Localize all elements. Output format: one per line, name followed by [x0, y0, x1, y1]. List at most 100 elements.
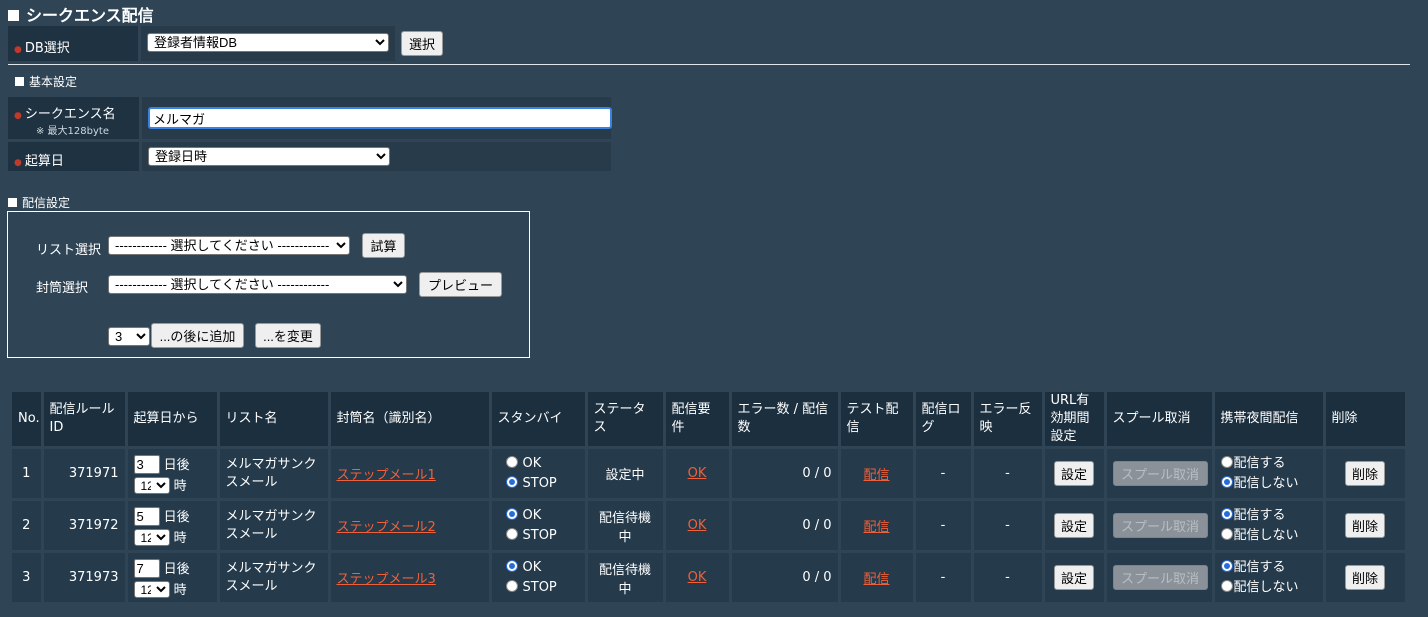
send-log: - — [914, 551, 974, 605]
required-marker: ● — [14, 111, 22, 121]
page-title: シークエンス配信 — [8, 2, 154, 26]
row-no: 3 — [12, 551, 44, 605]
col-test-send: テスト配信 — [839, 392, 916, 449]
table-row: 3371973 日後12 時メルマガサンクスメールステップメール3OKSTOP配… — [12, 551, 1408, 605]
standby-stop-radio[interactable] — [505, 475, 518, 488]
hour-select[interactable]: 12 — [133, 528, 170, 546]
delete-button[interactable]: 削除 — [1344, 565, 1385, 590]
table-header-row: No. 配信ルールID 起算日から リスト名 封筒名（識別名） スタンバイ ステ… — [12, 392, 1408, 449]
envelope-select[interactable]: ------------ 選択してください ------------ — [108, 275, 407, 294]
row-no: 2 — [12, 499, 44, 553]
preview-button[interactable]: プレビュー — [419, 272, 502, 297]
standby-stop-radio[interactable] — [505, 527, 518, 540]
night-send-radio[interactable] — [1220, 507, 1233, 520]
requirement-link[interactable]: OK — [688, 466, 707, 481]
col-status: ステータス — [586, 392, 666, 449]
url-period-setting-button[interactable]: 設定 — [1053, 461, 1094, 486]
col-requirement: 配信要件 — [664, 392, 732, 449]
error-reflect: - — [972, 499, 1045, 553]
sequence-name-input[interactable] — [148, 107, 612, 129]
hour-select[interactable]: 12 — [133, 580, 170, 598]
night-nosend-radio[interactable] — [1220, 579, 1233, 592]
db-label: DB選択 — [24, 41, 70, 56]
col-delete: 削除 — [1324, 392, 1408, 449]
table-row: 2371972 日後12 時メルマガサンクスメールステップメール2OKSTOP配… — [12, 499, 1408, 553]
divider — [8, 64, 1410, 65]
night-send-radio[interactable] — [1220, 455, 1233, 468]
add-after-button[interactable]: ...の後に追加 — [151, 323, 244, 348]
table-row: 1371971 日後12 時メルマガサンクスメールステップメール1OKSTOP設… — [12, 447, 1408, 501]
envelope-select-label: 封筒選択 — [36, 281, 89, 296]
list-name: メルマガサンクスメール — [218, 499, 331, 553]
error-count: 0 / 0 — [730, 447, 841, 501]
delivery-settings-box: リスト選択 ------------ 選択してください ------------… — [7, 211, 530, 358]
list-select-label: リスト選択 — [36, 243, 102, 258]
test-send-link[interactable]: 配信 — [863, 572, 889, 587]
standby-ok-radio[interactable] — [505, 559, 518, 572]
required-marker: ● — [14, 45, 22, 55]
list-select[interactable]: ------------ 選択してください ------------ — [108, 236, 350, 255]
col-from-start: 起算日から — [126, 392, 220, 449]
error-reflect: - — [972, 551, 1045, 605]
col-spool-cancel: スプール取消 — [1105, 392, 1215, 449]
col-rule-id: 配信ルールID — [42, 392, 128, 449]
send-log: - — [914, 447, 974, 501]
start-date-select[interactable]: 登録日時 — [148, 147, 390, 166]
test-send-link[interactable]: 配信 — [863, 468, 889, 483]
envelope-link[interactable]: ステップメール2 — [337, 520, 436, 535]
envelope-link[interactable]: ステップメール3 — [337, 572, 436, 587]
standby-ok-radio[interactable] — [505, 507, 518, 520]
envelope-link[interactable]: ステップメール1 — [337, 468, 436, 483]
position-select[interactable]: 3 — [108, 327, 150, 346]
basic-settings-heading: 基本設定 — [15, 73, 77, 90]
status-text: 設定中 — [586, 447, 666, 501]
list-name: メルマガサンクスメール — [218, 447, 331, 501]
col-error-count: エラー数 / 配信数 — [730, 392, 841, 449]
error-count: 0 / 0 — [730, 551, 841, 605]
spool-cancel-button[interactable]: スプール取消 — [1112, 513, 1208, 538]
sequence-name-note: ※ 最大128byte — [36, 126, 109, 137]
db-select-row: ● DB選択 登録者情報DB — [8, 26, 395, 61]
col-error-reflect: エラー反映 — [972, 392, 1045, 449]
estimate-button[interactable]: 試算 — [362, 233, 405, 258]
col-envelope-name: 封筒名（識別名） — [329, 392, 492, 449]
standby-ok-radio[interactable] — [505, 455, 518, 468]
days-input[interactable] — [133, 506, 160, 526]
status-text: 配信待機中 — [586, 551, 666, 605]
days-input[interactable] — [133, 558, 160, 578]
rule-id: 371973 — [42, 551, 128, 605]
spool-cancel-button[interactable]: スプール取消 — [1112, 461, 1208, 486]
night-nosend-radio[interactable] — [1220, 475, 1233, 488]
col-standby: スタンバイ — [490, 392, 588, 449]
status-text: 配信待機中 — [586, 499, 666, 553]
list-name: メルマガサンクスメール — [218, 551, 331, 605]
change-button[interactable]: ...を変更 — [255, 323, 321, 348]
delete-button[interactable]: 削除 — [1344, 461, 1385, 486]
required-marker: ● — [14, 158, 22, 168]
start-date-label: 起算日 — [24, 154, 64, 169]
delete-button[interactable]: 削除 — [1344, 513, 1385, 538]
test-send-link[interactable]: 配信 — [863, 520, 889, 535]
col-list-name: リスト名 — [218, 392, 331, 449]
delivery-rules-table: No. 配信ルールID 起算日から リスト名 封筒名（識別名） スタンバイ ステ… — [12, 392, 1408, 605]
delivery-settings-heading: 配信設定 — [8, 194, 70, 211]
night-send-radio[interactable] — [1220, 559, 1233, 572]
url-period-setting-button[interactable]: 設定 — [1053, 565, 1094, 590]
spool-cancel-button[interactable]: スプール取消 — [1112, 565, 1208, 590]
hour-select[interactable]: 12 — [133, 476, 170, 494]
rule-id: 371971 — [42, 447, 128, 501]
error-reflect: - — [972, 447, 1045, 501]
night-nosend-radio[interactable] — [1220, 527, 1233, 540]
days-input[interactable] — [133, 454, 160, 474]
db-select-button[interactable]: 選択 — [401, 31, 443, 56]
url-period-setting-button[interactable]: 設定 — [1053, 513, 1094, 538]
square-bullet-icon — [8, 10, 19, 21]
requirement-link[interactable]: OK — [688, 570, 707, 585]
rule-id: 371972 — [42, 499, 128, 553]
db-select[interactable]: 登録者情報DB — [147, 33, 389, 52]
start-date-row: ● 起算日 登録日時 — [8, 142, 611, 171]
error-count: 0 / 0 — [730, 499, 841, 553]
row-no: 1 — [12, 447, 44, 501]
standby-stop-radio[interactable] — [505, 579, 518, 592]
requirement-link[interactable]: OK — [688, 518, 707, 533]
